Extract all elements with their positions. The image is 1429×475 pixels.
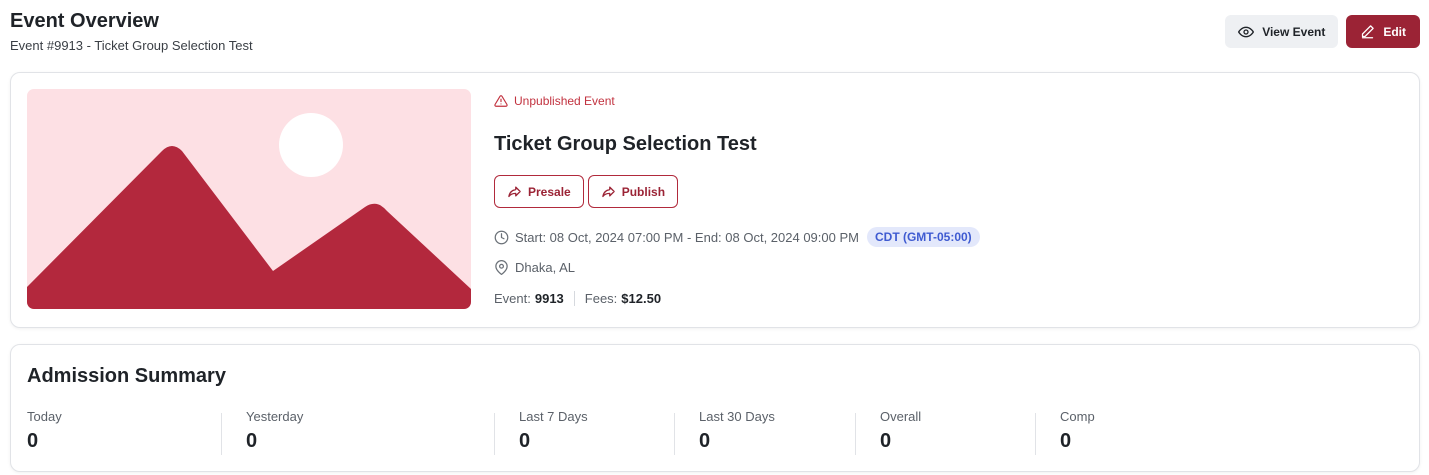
- stat-last-7-days: Last 7 Days 0: [519, 409, 588, 455]
- stat-label: Overall: [880, 409, 922, 424]
- event-location: Dhaka, AL: [494, 260, 575, 275]
- admission-stats: Today 0 Yesterday 0 Last 7 Days 0 Last 3…: [27, 409, 1403, 455]
- dates-text: Start: 08 Oct, 2024 07:00 PM - End: 08 O…: [515, 229, 859, 245]
- share-icon: [507, 184, 522, 199]
- stat-value: 0: [27, 430, 39, 452]
- fees-value: $12.50: [621, 291, 662, 306]
- clock-icon: [494, 230, 509, 245]
- unpublished-status: Unpublished Event: [494, 94, 615, 108]
- stat-value: 0: [1060, 430, 1072, 452]
- status-text: Unpublished Event: [514, 94, 615, 108]
- stat-yesterday: Yesterday 0: [246, 409, 303, 455]
- edit-label: Edit: [1383, 24, 1406, 39]
- stat-divider: [855, 413, 856, 455]
- stat-value: 0: [699, 430, 711, 452]
- stat-divider: [494, 413, 495, 455]
- view-event-button[interactable]: View Event: [1225, 15, 1339, 48]
- stat-label: Comp: [1060, 409, 1095, 424]
- stat-divider: [1035, 413, 1036, 455]
- location-text: Dhaka, AL: [515, 260, 575, 275]
- stat-value: 0: [880, 430, 892, 452]
- event-dates: Start: 08 Oct, 2024 07:00 PM - End: 08 O…: [494, 227, 980, 247]
- alert-triangle-icon: [494, 94, 508, 108]
- timezone-badge: CDT (GMT-05:00): [866, 227, 980, 247]
- page-subtitle: Event #9913 - Ticket Group Selection Tes…: [10, 38, 253, 53]
- page-header: Event Overview Event #9913 - Ticket Grou…: [10, 8, 253, 53]
- stat-overall: Overall 0: [880, 409, 921, 455]
- share-icon: [601, 184, 616, 199]
- presale-button[interactable]: Presale: [494, 175, 584, 208]
- header-actions: View Event Edit: [1225, 15, 1420, 48]
- event-card: Unpublished Event Ticket Group Selection…: [10, 72, 1420, 328]
- eye-icon: [1238, 24, 1255, 40]
- admission-summary-card: Admission Summary Today 0 Yesterday 0 La…: [10, 344, 1420, 472]
- page-title: Event Overview: [10, 10, 159, 32]
- event-actions: Presale Publish: [494, 175, 679, 208]
- event-overview-page: Event Overview Event #9913 - Ticket Grou…: [0, 0, 1429, 475]
- pencil-icon: [1360, 24, 1375, 39]
- stat-divider: [221, 413, 222, 455]
- edit-button[interactable]: Edit: [1346, 15, 1420, 48]
- stat-label: Today: [27, 409, 62, 424]
- stat-divider: [674, 413, 675, 455]
- event-title: Ticket Group Selection Test: [494, 133, 757, 155]
- event-id-label: Event:: [494, 291, 531, 306]
- stat-label: Last 30 Days: [699, 409, 775, 424]
- stat-comp: Comp 0: [1060, 409, 1095, 455]
- stat-last-30-days: Last 30 Days 0: [699, 409, 775, 455]
- event-info: Unpublished Event Ticket Group Selection…: [494, 73, 1419, 327]
- stat-value: 0: [519, 430, 531, 452]
- map-pin-icon: [494, 260, 509, 275]
- stat-today: Today 0: [27, 409, 62, 455]
- event-image-placeholder: [27, 89, 471, 309]
- publish-label: Publish: [621, 184, 666, 199]
- stat-value: 0: [246, 430, 258, 452]
- publish-button[interactable]: Publish: [587, 175, 679, 208]
- admission-summary-title: Admission Summary: [27, 365, 226, 387]
- stat-label: Last 7 Days: [519, 409, 588, 424]
- view-event-label: View Event: [1262, 24, 1326, 39]
- image-placeholder-icon: [27, 89, 471, 309]
- event-id-value: 9913: [534, 291, 564, 306]
- event-meta: Event: 9913 Fees: $12.50: [494, 291, 661, 306]
- fees-label: Fees:: [584, 291, 618, 306]
- stat-label: Yesterday: [246, 409, 304, 424]
- meta-divider: [573, 291, 575, 306]
- presale-label: Presale: [528, 184, 571, 199]
